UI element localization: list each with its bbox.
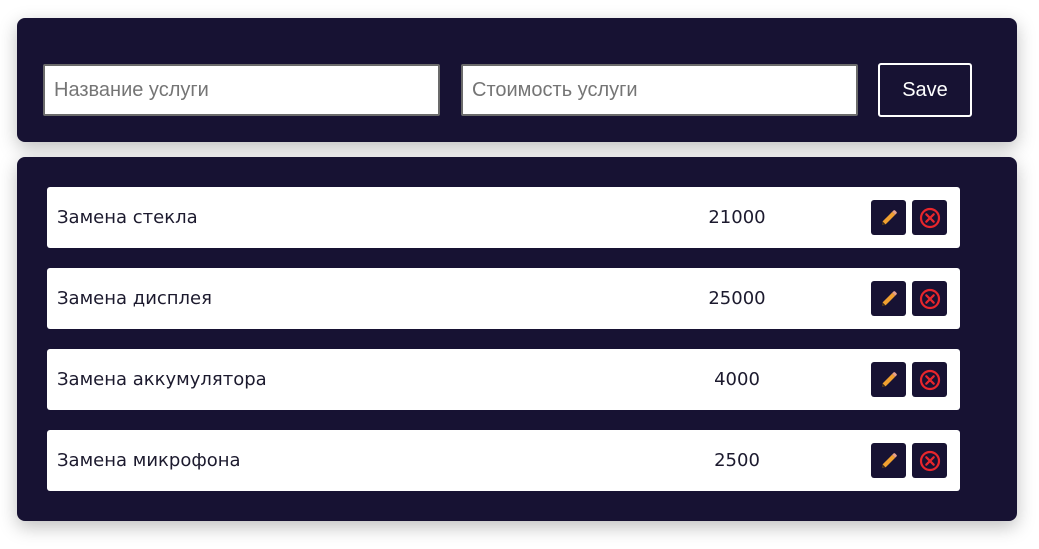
service-name: Замена микрофона — [57, 450, 241, 471]
service-price: 4000 — [714, 369, 760, 390]
service-price: 2500 — [714, 450, 760, 471]
edit-button[interactable] — [871, 443, 906, 478]
service-name: Замена аккумулятора — [57, 369, 267, 390]
service-price-input[interactable] — [461, 64, 858, 116]
delete-button[interactable] — [912, 281, 947, 316]
save-button[interactable]: Save — [878, 63, 972, 117]
service-form-card: Save — [17, 18, 1017, 142]
close-circle-icon — [919, 450, 940, 471]
service-price: 25000 — [708, 288, 766, 309]
pencil-icon — [881, 452, 897, 468]
edit-button[interactable] — [871, 362, 906, 397]
delete-button[interactable] — [912, 443, 947, 478]
delete-button[interactable] — [912, 200, 947, 235]
service-row: Замена микрофона 2500 — [47, 430, 960, 491]
pencil-icon — [881, 371, 897, 387]
service-name: Замена дисплея — [57, 288, 212, 309]
service-row: Замена аккумулятора 4000 — [47, 349, 960, 410]
close-circle-icon — [919, 288, 940, 309]
edit-button[interactable] — [871, 281, 906, 316]
pencil-icon — [881, 209, 897, 225]
service-row: Замена дисплея 25000 — [47, 268, 960, 329]
edit-button[interactable] — [871, 200, 906, 235]
service-name-input[interactable] — [43, 64, 440, 116]
service-list-card: Замена стекла 21000 Замена дисплея 25000 — [17, 157, 1017, 521]
service-row: Замена стекла 21000 — [47, 187, 960, 248]
close-circle-icon — [919, 207, 940, 228]
service-name: Замена стекла — [57, 207, 198, 228]
close-circle-icon — [919, 369, 940, 390]
service-price: 21000 — [708, 207, 766, 228]
delete-button[interactable] — [912, 362, 947, 397]
pencil-icon — [881, 290, 897, 306]
